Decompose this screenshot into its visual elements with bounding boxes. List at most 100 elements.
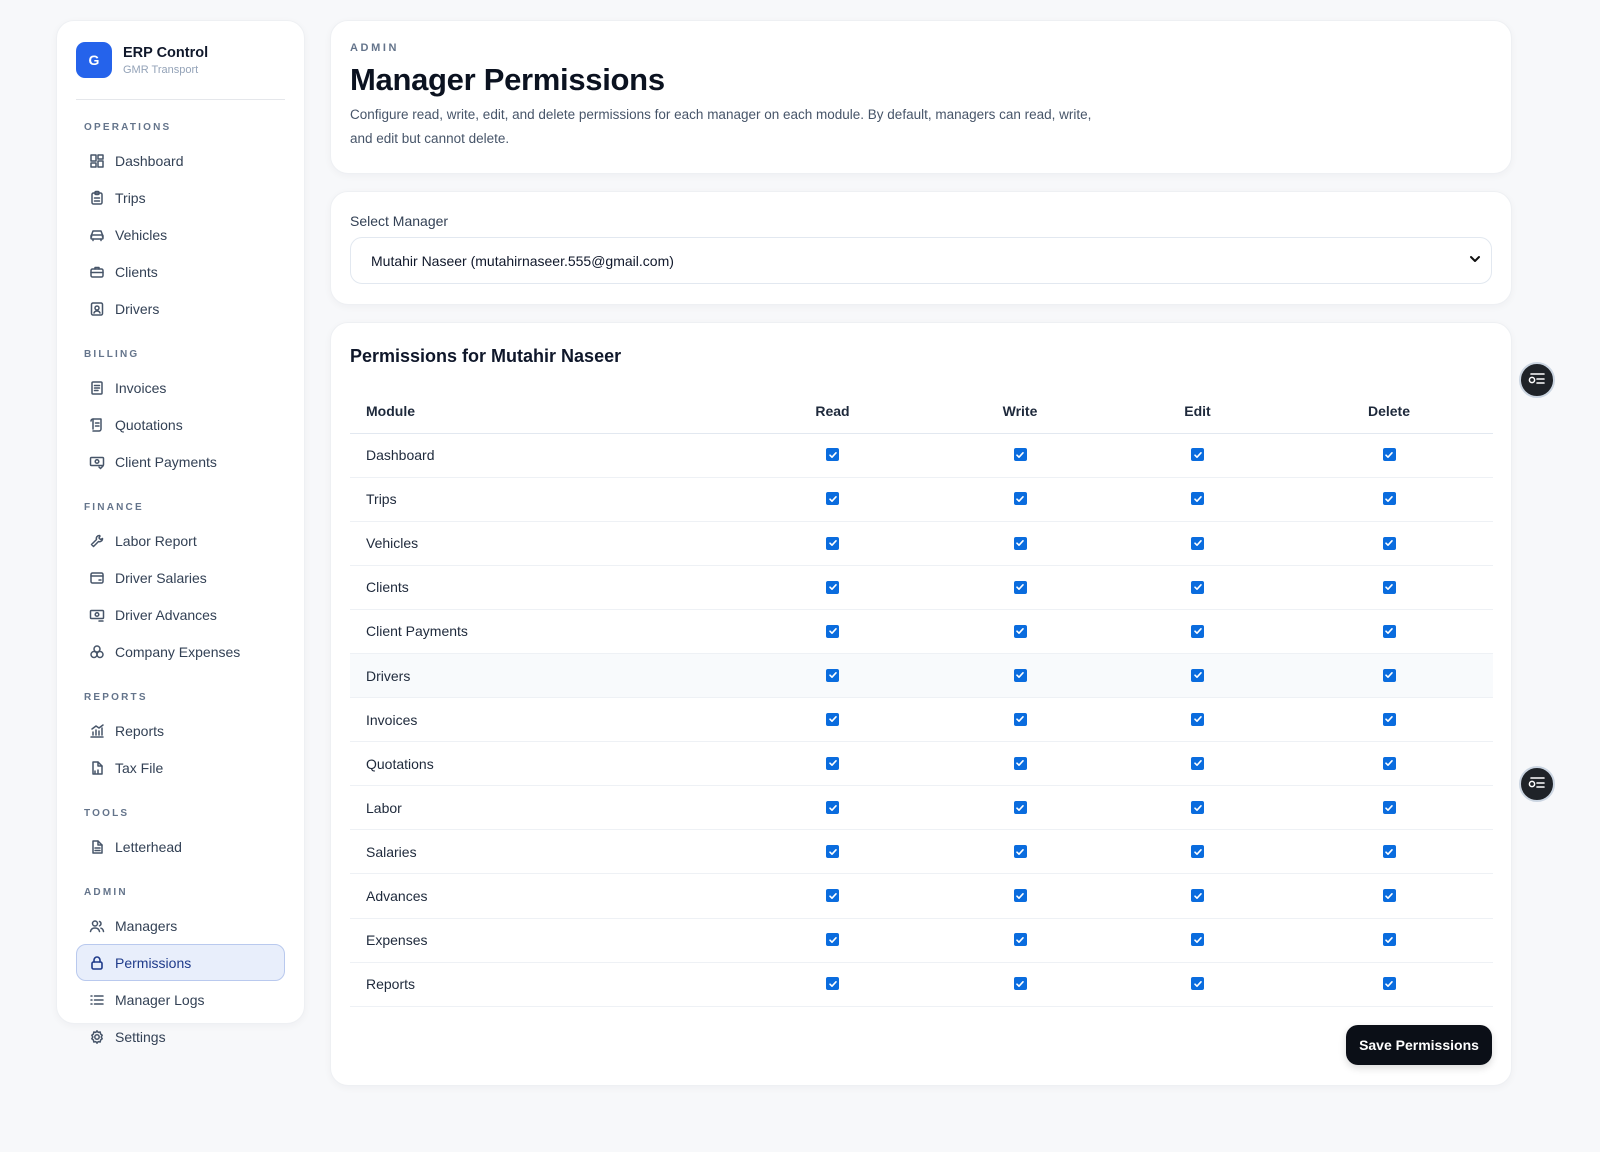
floating-toggle-button[interactable] [1519, 766, 1555, 802]
module-name: Drivers [350, 653, 735, 699]
permission-cell-edit [1110, 741, 1285, 787]
write-checkbox[interactable] [1013, 712, 1027, 726]
sidebar-item-vehicles[interactable]: Vehicles [76, 216, 285, 253]
table-row: Quotations [350, 741, 1493, 787]
delete-checkbox[interactable] [1382, 624, 1396, 638]
sidebar-item-company-expenses[interactable]: Company Expenses [76, 633, 285, 670]
write-checkbox[interactable] [1013, 448, 1027, 462]
edit-checkbox[interactable] [1191, 624, 1204, 638]
write-checkbox[interactable] [1013, 756, 1027, 770]
write-checkbox[interactable] [1013, 845, 1027, 859]
sidebar-item-drivers[interactable]: Drivers [76, 290, 285, 327]
write-checkbox[interactable] [1013, 624, 1027, 638]
permission-cell-delete [1285, 477, 1493, 522]
sidebar-item-managers[interactable]: Managers [76, 907, 285, 944]
floating-toggle-button[interactable] [1519, 362, 1555, 398]
chevron-down-icon [1467, 251, 1483, 270]
permission-cell-delete [1285, 873, 1493, 919]
read-checkbox[interactable] [826, 889, 839, 903]
write-checkbox[interactable] [1013, 933, 1027, 947]
delete-checkbox[interactable] [1382, 580, 1396, 594]
page-title: Manager Permissions [350, 62, 665, 97]
edit-checkbox[interactable] [1191, 756, 1204, 770]
sidebar-item-reports[interactable]: Reports [76, 712, 285, 749]
read-checkbox[interactable] [826, 580, 839, 594]
write-checkbox[interactable] [1013, 801, 1027, 815]
read-checkbox[interactable] [826, 712, 839, 726]
delete-checkbox[interactable] [1382, 933, 1396, 947]
sidebar-item-permissions[interactable]: Permissions [76, 944, 285, 981]
module-name: Dashboard [350, 433, 735, 478]
edit-checkbox[interactable] [1191, 801, 1204, 815]
write-checkbox[interactable] [1013, 580, 1027, 594]
sidebar-item-label: Quotations [115, 416, 183, 433]
brand[interactable]: G ERP Control GMR Transport [76, 41, 285, 79]
read-checkbox[interactable] [826, 845, 839, 859]
sidebar-item-label: Drivers [115, 300, 160, 317]
delete-checkbox[interactable] [1382, 977, 1396, 991]
brand-subtitle: GMR Transport [123, 63, 199, 76]
read-checkbox[interactable] [826, 801, 839, 815]
edit-checkbox[interactable] [1191, 668, 1204, 682]
table-row: Client Payments [350, 609, 1493, 654]
read-checkbox[interactable] [826, 668, 839, 682]
sidebar-item-driver-salaries[interactable]: Driver Salaries [76, 559, 285, 596]
write-checkbox[interactable] [1013, 889, 1027, 903]
sidebar-item-labor-report[interactable]: Labor Report [76, 522, 285, 559]
sidebar-item-driver-advances[interactable]: Driver Advances [76, 596, 285, 633]
read-checkbox[interactable] [826, 756, 839, 770]
edit-checkbox[interactable] [1191, 889, 1204, 903]
delete-checkbox[interactable] [1382, 801, 1396, 815]
permission-cell-read [735, 697, 930, 743]
module-name: Vehicles [350, 521, 735, 566]
delete-checkbox[interactable] [1382, 536, 1396, 550]
edit-checkbox[interactable] [1191, 845, 1204, 859]
read-checkbox[interactable] [826, 536, 839, 550]
table-row: Invoices [350, 697, 1493, 743]
edit-checkbox[interactable] [1191, 580, 1204, 594]
delete-checkbox[interactable] [1382, 845, 1396, 859]
read-checkbox[interactable] [826, 624, 839, 638]
edit-checkbox[interactable] [1191, 933, 1204, 947]
edit-checkbox[interactable] [1191, 977, 1204, 991]
sidebar-item-quotations[interactable]: Quotations [76, 406, 285, 443]
edit-checkbox[interactable] [1191, 492, 1204, 506]
delete-checkbox[interactable] [1382, 492, 1396, 506]
sidebar-item-label: Client Payments [115, 453, 217, 470]
read-checkbox[interactable] [826, 492, 839, 506]
write-checkbox[interactable] [1013, 668, 1027, 682]
permission-cell-edit [1110, 785, 1285, 831]
sidebar-item-manager-logs[interactable]: Manager Logs [76, 981, 285, 1018]
permission-cell-write [930, 521, 1110, 566]
sidebar-item-tax-file[interactable]: Tax File [76, 749, 285, 786]
write-checkbox[interactable] [1013, 536, 1027, 550]
sidebar-item-settings[interactable]: Settings [76, 1018, 285, 1055]
permission-cell-delete [1285, 741, 1493, 787]
sidebar-item-clients[interactable]: Clients [76, 253, 285, 290]
permission-cell-delete [1285, 609, 1493, 654]
edit-checkbox[interactable] [1191, 448, 1204, 462]
edit-checkbox[interactable] [1191, 712, 1204, 726]
sidebar-item-label: Dashboard [115, 152, 184, 169]
delete-checkbox[interactable] [1382, 756, 1396, 770]
save-permissions-button[interactable]: Save Permissions [1346, 1025, 1492, 1065]
delete-checkbox[interactable] [1382, 668, 1396, 682]
sidebar-item-dashboard[interactable]: Dashboard [76, 142, 285, 179]
delete-checkbox[interactable] [1382, 712, 1396, 726]
delete-checkbox[interactable] [1382, 448, 1396, 462]
sidebar-item-client-payments[interactable]: Client Payments [76, 443, 285, 480]
read-checkbox[interactable] [826, 977, 839, 991]
delete-checkbox[interactable] [1382, 889, 1396, 903]
edit-checkbox[interactable] [1191, 536, 1204, 550]
read-checkbox[interactable] [826, 448, 839, 462]
manager-select[interactable]: Mutahir Naseer (mutahirnaseer.555@gmail.… [350, 237, 1492, 284]
permission-cell-write [930, 962, 1110, 1007]
write-checkbox[interactable] [1013, 492, 1027, 506]
sidebar-item-label: Letterhead [115, 838, 182, 855]
sidebar-item-letterhead[interactable]: Letterhead [76, 828, 285, 865]
toggle-list-icon [1528, 775, 1546, 794]
sidebar-item-invoices[interactable]: Invoices [76, 369, 285, 406]
read-checkbox[interactable] [826, 933, 839, 947]
sidebar-item-trips[interactable]: Trips [76, 179, 285, 216]
write-checkbox[interactable] [1013, 977, 1027, 991]
